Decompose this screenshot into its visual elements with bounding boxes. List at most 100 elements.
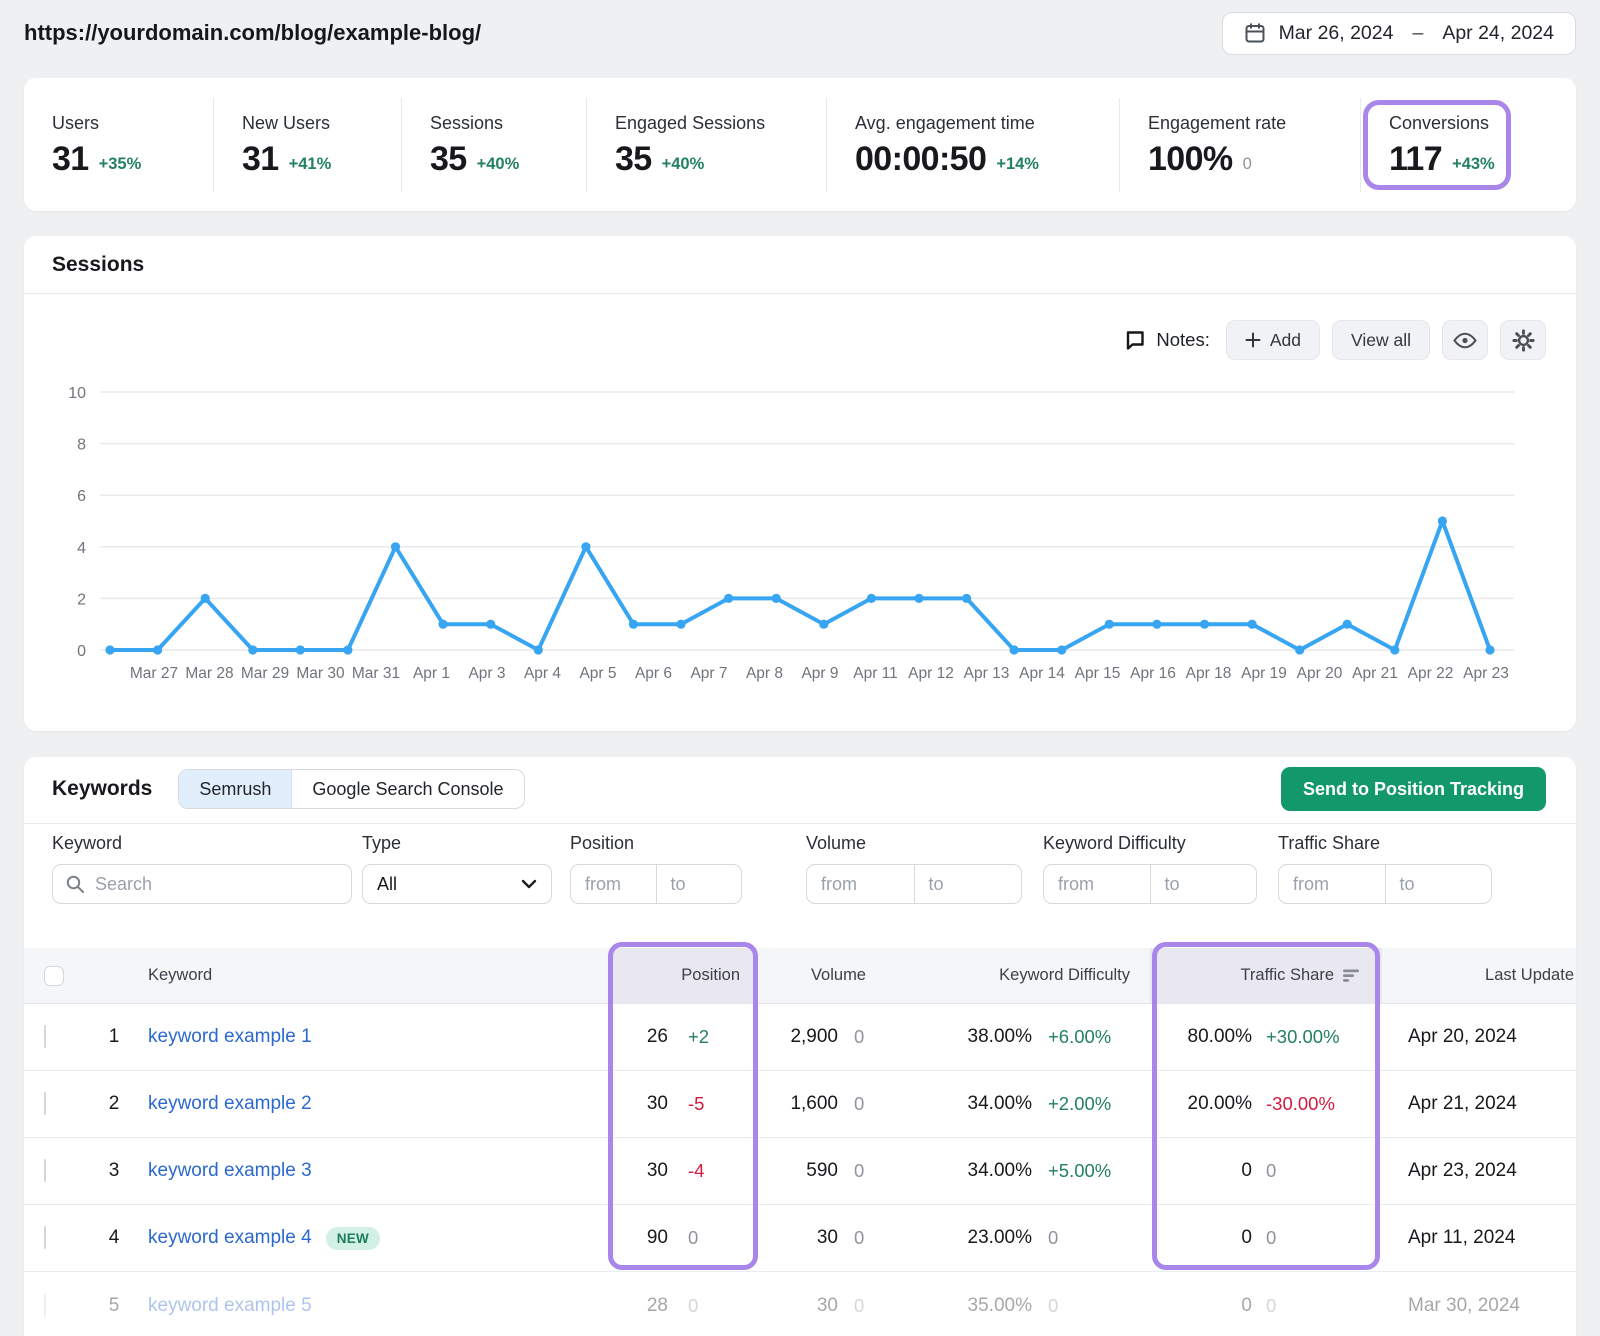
position-from-input[interactable]: from	[571, 865, 656, 903]
header-keyword-difficulty[interactable]: Keyword Difficulty	[880, 948, 1150, 1003]
keywords-table: Keyword Position Volume Keyword Difficul…	[24, 948, 1576, 1336]
chart-point[interactable]	[819, 620, 828, 629]
chart-settings-button[interactable]	[1500, 320, 1546, 360]
keywords-table-body: 1 keyword example 1 26+2 2,9000 38.00%+6…	[24, 1004, 1576, 1336]
filter-keyword: Keyword Search	[52, 833, 352, 904]
stat-new-users: New Users 31+41%	[213, 98, 401, 192]
keyword-link[interactable]: keyword example 2	[148, 1093, 312, 1115]
chart-point[interactable]	[248, 645, 257, 654]
chart-point[interactable]	[1485, 645, 1494, 654]
keyword-link[interactable]: keyword example 1	[148, 1026, 312, 1048]
y-axis-tick-label: 0	[77, 643, 86, 660]
chart-point[interactable]	[486, 620, 495, 629]
chart-point[interactable]	[629, 620, 638, 629]
header-position[interactable]: Position	[612, 948, 756, 1003]
view-all-notes-button[interactable]: View all	[1332, 320, 1430, 360]
x-axis-tick-label: Apr 21	[1352, 665, 1398, 682]
row-checkbox[interactable]	[44, 1159, 46, 1182]
tab-google-search-console[interactable]: Google Search Console	[292, 770, 523, 808]
volume-from-input[interactable]: from	[807, 865, 914, 903]
x-axis-tick-label: Apr 19	[1241, 665, 1287, 682]
keyword-link[interactable]: keyword example 5	[148, 1295, 312, 1317]
chart-point[interactable]	[1343, 620, 1352, 629]
chart-point[interactable]	[867, 594, 876, 603]
row-checkbox[interactable]	[44, 1294, 46, 1317]
header-volume[interactable]: Volume	[756, 948, 880, 1003]
traffic-share-to-input[interactable]: to	[1385, 865, 1492, 903]
chart-point[interactable]	[1248, 620, 1257, 629]
chart-point[interactable]	[1152, 620, 1161, 629]
chart-point[interactable]	[1295, 645, 1304, 654]
keyword-link[interactable]: keyword example 3	[148, 1160, 312, 1182]
stat-delta: +41%	[289, 155, 332, 176]
traffic-share-cell: 00	[1150, 1205, 1382, 1271]
type-select-value: All	[377, 874, 397, 895]
keyword-cell: keyword example 3	[140, 1160, 612, 1182]
chart-point[interactable]	[534, 645, 543, 654]
chart-point[interactable]	[1438, 516, 1447, 525]
row-checkbox[interactable]	[44, 1092, 46, 1115]
date-range-start: Mar 26, 2024	[1279, 22, 1394, 45]
keyword-difficulty-to-input[interactable]: to	[1150, 865, 1257, 903]
tab-semrush[interactable]: Semrush	[179, 770, 292, 808]
row-number: 2	[88, 1093, 140, 1115]
position-to-input[interactable]: to	[656, 865, 742, 903]
date-range-picker[interactable]: Mar 26, 2024 – Apr 24, 2024	[1222, 12, 1576, 55]
header-traffic-share[interactable]: Traffic Share	[1150, 948, 1382, 1003]
keyword-difficulty-from-input[interactable]: from	[1044, 865, 1150, 903]
chart-point[interactable]	[439, 620, 448, 629]
notes-label-group: Notes:	[1124, 329, 1209, 351]
chart-point[interactable]	[1057, 645, 1066, 654]
x-axis-tick-label: Apr 5	[579, 665, 616, 682]
chart-point[interactable]	[391, 542, 400, 551]
toggle-visibility-button[interactable]	[1442, 320, 1488, 360]
header-last-update[interactable]: Last Update	[1382, 948, 1576, 1003]
traffic-share-from-input[interactable]: from	[1279, 865, 1385, 903]
chart-point[interactable]	[343, 645, 352, 654]
stat-users: Users 31+35%	[24, 98, 213, 192]
chart-point[interactable]	[1390, 645, 1399, 654]
x-axis-tick-label: Apr 14	[1019, 665, 1065, 682]
stat-engagement-rate: Engagement rate 100%0	[1119, 98, 1360, 192]
volume-range-inputs: from to	[806, 864, 1022, 904]
volume-to-input[interactable]: to	[914, 865, 1022, 903]
keyword-search-input[interactable]: Search	[52, 864, 352, 904]
chart-point[interactable]	[296, 645, 305, 654]
type-select[interactable]: All	[362, 864, 552, 904]
header-keyword[interactable]: Keyword	[140, 948, 612, 1003]
chart-point[interactable]	[772, 594, 781, 603]
row-checkbox[interactable]	[44, 1226, 46, 1249]
chart-point[interactable]	[914, 594, 923, 603]
keywords-source-tabs: Semrush Google Search Console	[178, 769, 524, 809]
sessions-line-chart: 0246810Mar 27Mar 28Mar 29Mar 30Mar 31Apr…	[24, 376, 1576, 706]
keyword-difficulty-range-inputs: from to	[1043, 864, 1257, 904]
filter-position: Position from to	[570, 833, 742, 904]
filter-keyword-difficulty: Keyword Difficulty from to	[1043, 833, 1257, 904]
send-to-position-tracking-button[interactable]: Send to Position Tracking	[1281, 767, 1546, 811]
x-axis-tick-label: Apr 4	[524, 665, 561, 682]
keyword-difficulty-cell: 34.00%+2.00%	[880, 1071, 1150, 1137]
chart-point[interactable]	[581, 542, 590, 551]
chart-point[interactable]	[962, 594, 971, 603]
select-all-checkbox[interactable]	[44, 966, 64, 986]
chart-point[interactable]	[724, 594, 733, 603]
chart-point[interactable]	[1105, 620, 1114, 629]
x-axis-tick-label: Mar 31	[352, 665, 400, 682]
keyword-link[interactable]: keyword example 4	[148, 1227, 312, 1249]
keywords-table-header: Keyword Position Volume Keyword Difficul…	[24, 948, 1576, 1004]
position-cell: 26+2	[612, 1004, 756, 1070]
chart-point[interactable]	[676, 620, 685, 629]
chart-point[interactable]	[201, 594, 210, 603]
row-checkbox[interactable]	[44, 1025, 46, 1048]
chart-point[interactable]	[105, 645, 114, 654]
table-row: 3 keyword example 3 30-4 5900 34.00%+5.0…	[24, 1138, 1576, 1205]
row-number: 4	[88, 1227, 140, 1249]
chart-point[interactable]	[153, 645, 162, 654]
notes-toolbar: Notes: Add View all	[1124, 320, 1546, 360]
last-update-cell: Apr 20, 2024	[1382, 1026, 1576, 1048]
x-axis-tick-label: Apr 8	[746, 665, 783, 682]
add-note-button[interactable]: Add	[1226, 320, 1320, 360]
stat-engaged-sessions: Engaged Sessions 35+40%	[586, 98, 826, 192]
chart-point[interactable]	[1010, 645, 1019, 654]
chart-point[interactable]	[1200, 620, 1209, 629]
